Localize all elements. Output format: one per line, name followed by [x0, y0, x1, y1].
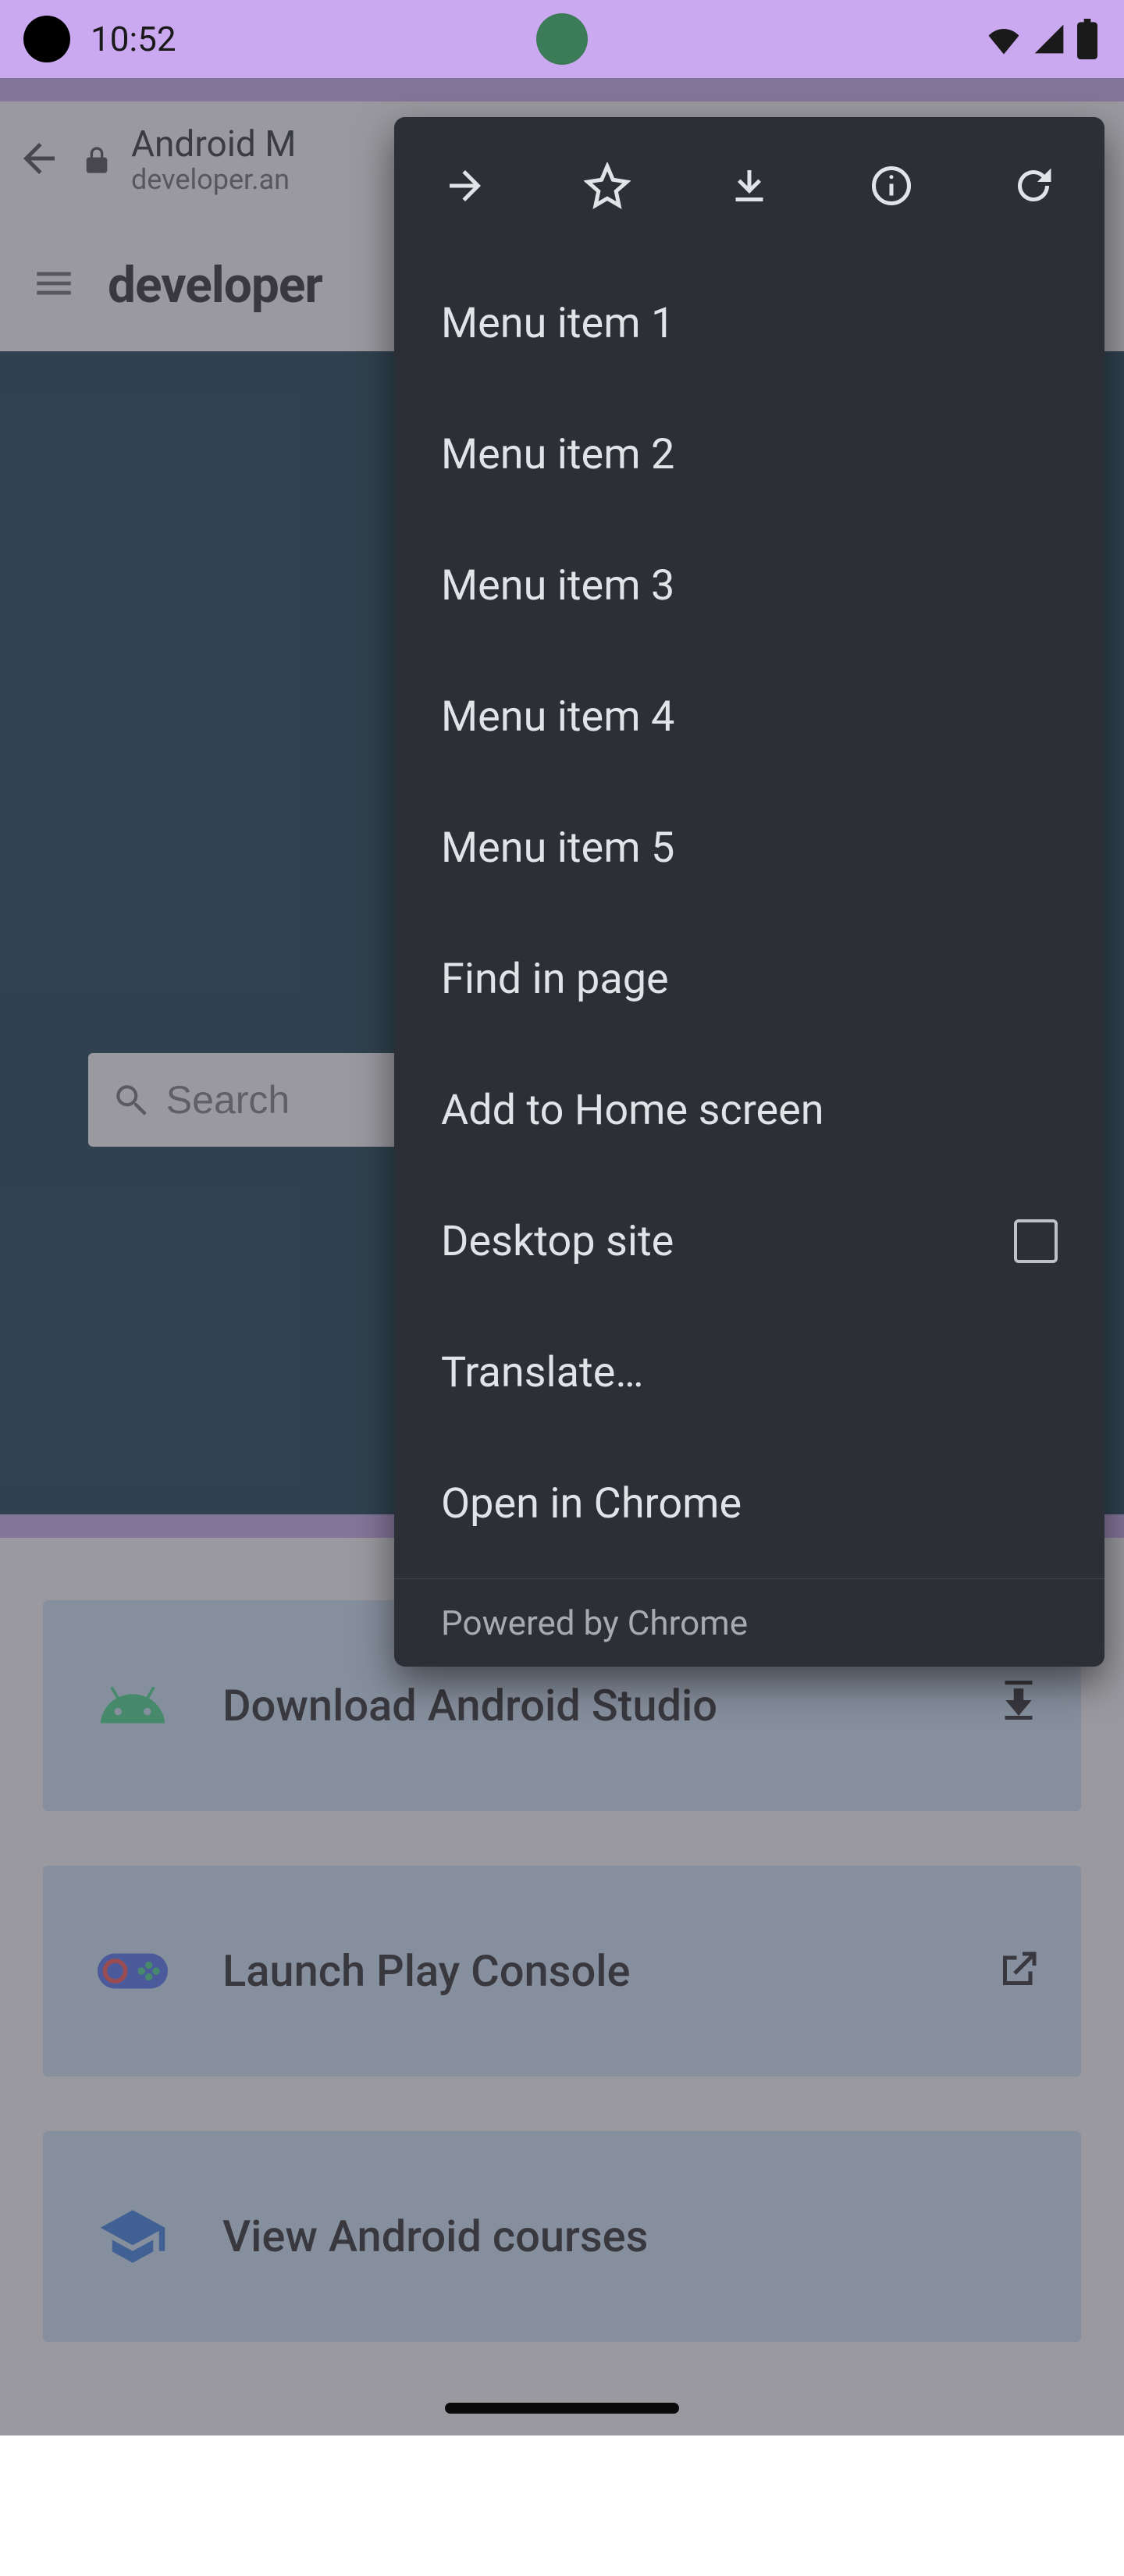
page-title: Android M: [131, 125, 296, 165]
download-button[interactable]: [678, 162, 820, 212]
menu-item-open-chrome[interactable]: Open in Chrome: [394, 1438, 1104, 1569]
battery-icon: [1074, 19, 1101, 59]
card-label: View Android courses: [222, 2211, 1003, 2262]
info-icon: [868, 162, 915, 212]
hamburger-icon[interactable]: [31, 261, 76, 309]
wifi-icon: [984, 19, 1024, 59]
signal-icon: [1032, 22, 1066, 56]
page-url: developer.an: [131, 165, 296, 196]
card-label: Launch Play Console: [222, 1945, 956, 1997]
menu-item-translate[interactable]: Translate…: [394, 1307, 1104, 1438]
menu-footer-label: Powered by Chrome: [394, 1579, 1104, 1667]
cards: Download Android Studio Launch Play Cons…: [0, 1538, 1124, 2576]
console-icon: [82, 1936, 183, 2006]
forward-button[interactable]: [394, 162, 536, 212]
menu-item-2[interactable]: Menu item 2: [394, 389, 1104, 520]
bookmark-button[interactable]: [536, 162, 678, 212]
menu-item-5[interactable]: Menu item 5: [394, 782, 1104, 913]
card-label: Download Android Studio: [222, 1680, 956, 1731]
gesture-handle-icon[interactable]: [445, 2403, 679, 2414]
refresh-icon: [1010, 162, 1057, 212]
card-play-console[interactable]: Launch Play Console: [43, 1866, 1081, 2076]
menu-iconrow: [394, 117, 1104, 258]
download-icon: [995, 1681, 1042, 1731]
star-icon: [584, 162, 631, 212]
refresh-button[interactable]: [962, 162, 1104, 212]
menu-item-3[interactable]: Menu item 3: [394, 520, 1104, 651]
camera-hole-icon: [536, 13, 588, 65]
status-bar: 10:52: [0, 0, 1124, 78]
desktop-site-checkbox[interactable]: [1014, 1219, 1058, 1263]
notification-dot-icon: [23, 16, 70, 62]
arrow-forward-icon: [442, 162, 489, 212]
open-external-icon: [995, 1946, 1042, 1996]
menu-item-add-home[interactable]: Add to Home screen: [394, 1044, 1104, 1176]
back-icon[interactable]: [16, 135, 62, 185]
menu-item-1[interactable]: Menu item 1: [394, 258, 1104, 389]
download-icon: [726, 162, 773, 212]
info-button[interactable]: [820, 162, 962, 212]
overflow-menu: Menu item 1 Menu item 2 Menu item 3 Menu…: [394, 117, 1104, 1667]
card-courses[interactable]: View Android courses: [43, 2131, 1081, 2342]
menu-item-4[interactable]: Menu item 4: [394, 651, 1104, 782]
android-icon: [82, 1670, 183, 1741]
lock-icon: [81, 144, 112, 176]
grad-cap-icon: [82, 2201, 183, 2272]
menu-item-find-in-page[interactable]: Find in page: [394, 913, 1104, 1044]
menu-item-desktop-site[interactable]: Desktop site: [394, 1176, 1104, 1307]
clock: 10:52: [91, 19, 176, 59]
brand-label: developer: [108, 256, 322, 315]
